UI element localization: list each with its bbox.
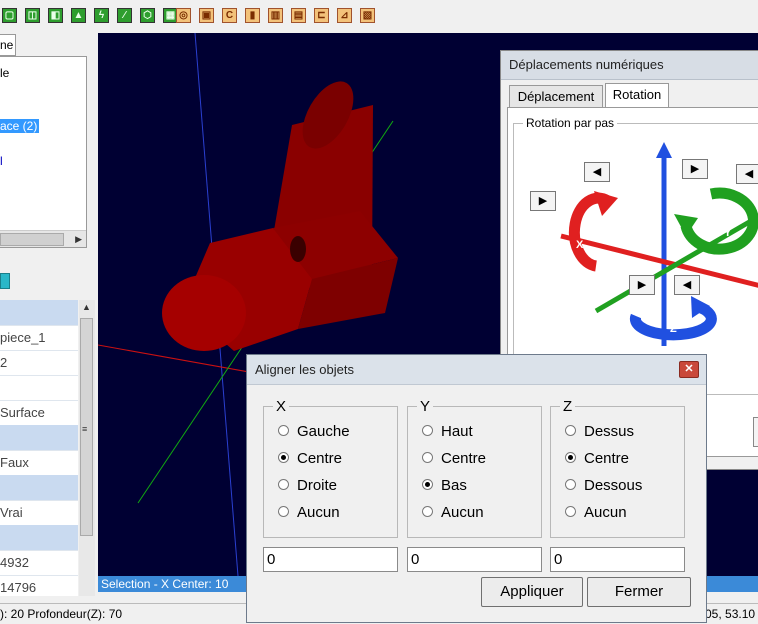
property-category-row[interactable] [0,525,78,551]
property-category-row[interactable] [0,475,78,501]
property-row[interactable]: Vrai [0,500,78,526]
red-part-object [162,81,398,351]
align-objects-dialog: Aligner les objets ✕ Gauche Centre Droit… [246,354,707,623]
radio-z-dessus[interactable]: Dessus [565,423,705,441]
panel-tab[interactable]: ne [0,34,16,56]
apply-button[interactable]: Appliquer [481,577,583,607]
scroll-up-icon[interactable]: ▲ [82,302,91,312]
rotate-y-minus-button[interactable]: ▶ [682,159,708,179]
property-row[interactable]: Surface [0,400,78,426]
bars-icon[interactable]: ▥ [268,8,283,23]
radio-y-centre[interactable]: Centre [422,450,562,468]
dialog-title: Aligner les objets [255,362,354,377]
properties-icon[interactable] [0,273,10,289]
status-coordinates: 05, 53.10 [705,607,756,621]
scene-tree[interactable]: le ace (2) l [0,56,87,248]
radio-z-aucun[interactable]: Aucun [565,504,705,522]
tree-item[interactable]: le [0,66,9,80]
rotate-z-plus-button[interactable]: ◀ [674,275,700,295]
property-row[interactable]: Faux [0,450,78,476]
radio-y-aucun[interactable]: Aucun [422,504,562,522]
mountain-icon[interactable]: ▲ [71,8,86,23]
tab-rotation[interactable]: Rotation [605,83,669,108]
property-category-row[interactable] [0,425,78,451]
scroll-right-icon[interactable]: ▶ [75,231,82,247]
radio-x-centre[interactable]: Centre [278,450,418,468]
x-alignment-group: Gauche Centre Droite Aucun [263,406,398,538]
tree-item-selected[interactable]: ace (2) [0,119,40,133]
x-group-label: X [273,398,290,415]
radio-z-dessous[interactable]: Dessous [565,477,705,495]
wire-cube-icon[interactable]: ▢ [2,8,17,23]
z-group-label: Z [560,398,576,415]
rotation-gizmo: X Y Z [560,142,758,346]
properties-grid: piece_1 2 Surface Faux Vrai 4932 14796 [0,300,78,596]
window-title: Déplacements numériques [509,57,664,72]
rotate-x-plus-button[interactable]: ◀ [584,162,610,182]
toolbar: ▢ ◫ ◧ ▲ ϟ ∕ ⬡ ▦ ◎ ▣ C ▮ ▥ ▤ ⊏ ⊿ ▧ [0,0,758,34]
rotate-y-plus-button[interactable]: ◀ [736,164,758,184]
property-row[interactable]: 2 [0,350,78,376]
hook-icon[interactable]: ⊏ [314,8,329,23]
close-button[interactable]: Fermer [587,577,691,607]
radio-x-gauche[interactable]: Gauche [278,423,418,441]
radio-y-haut[interactable]: Haut [422,423,562,441]
depl-button-partial[interactable] [753,417,758,447]
lightning-icon[interactable]: ϟ [94,8,109,23]
property-category-row[interactable] [0,300,78,326]
close-icon[interactable]: ✕ [679,361,699,378]
hatch-icon[interactable]: ▧ [360,8,375,23]
z-offset-field[interactable]: 0 [550,547,685,572]
y-offset-field[interactable]: 0 [407,547,542,572]
octagon-icon[interactable]: ⬡ [140,8,155,23]
radio-z-centre[interactable]: Centre [565,450,705,468]
scroll-grip-icon: ≡ [82,424,88,434]
spiral-icon[interactable]: ◎ [176,8,191,23]
radio-x-droite[interactable]: Droite [278,477,418,495]
tab-deplacement[interactable]: Déplacement [509,85,603,108]
frame-icon[interactable]: ▤ [291,8,306,23]
x-axis-label: X [576,239,584,251]
property-row[interactable] [0,375,78,401]
rotation-group-label: Rotation par pas [523,116,618,130]
stairs-icon[interactable]: ⊿ [337,8,352,23]
rotate-x-minus-button[interactable]: ▶ [530,191,556,211]
y-group-label: Y [417,398,434,415]
dialog-titlebar[interactable]: Aligner les objets ✕ [247,355,706,385]
properties-vertical-scrollbar[interactable]: ▲ ≡ [79,300,95,596]
tree-horizontal-scrollbar[interactable]: ▶ [0,230,86,247]
z-axis-label: Z [670,323,677,335]
cylinder-icon[interactable]: ▮ [245,8,260,23]
solid-cube-icon[interactable]: ◧ [48,8,63,23]
slash-box-icon[interactable]: ∕ [117,8,132,23]
property-row[interactable]: 4932 [0,550,78,576]
radio-y-bas[interactable]: Bas [422,477,562,495]
status-dimensions: ): 20 Profondeur(Z): 70 [0,607,123,621]
square-ring-icon[interactable]: ▣ [199,8,214,23]
y-axis-label: Y [724,227,732,239]
tree-item[interactable]: l [0,154,3,168]
property-row[interactable]: 14796 [0,575,78,596]
x-offset-field[interactable]: 0 [263,547,398,572]
radio-x-aucun[interactable]: Aucun [278,504,418,522]
scrollbar-thumb[interactable] [0,233,64,246]
letter-c-icon[interactable]: C [222,8,237,23]
shaded-cube-icon[interactable]: ◫ [25,8,40,23]
y-alignment-group: Haut Centre Bas Aucun [407,406,542,538]
property-row[interactable]: piece_1 [0,325,78,351]
rotate-z-minus-button[interactable]: ▶ [629,275,655,295]
z-alignment-group: Dessus Centre Dessous Aucun [550,406,685,538]
window-titlebar[interactable]: Déplacements numériques [501,51,758,80]
